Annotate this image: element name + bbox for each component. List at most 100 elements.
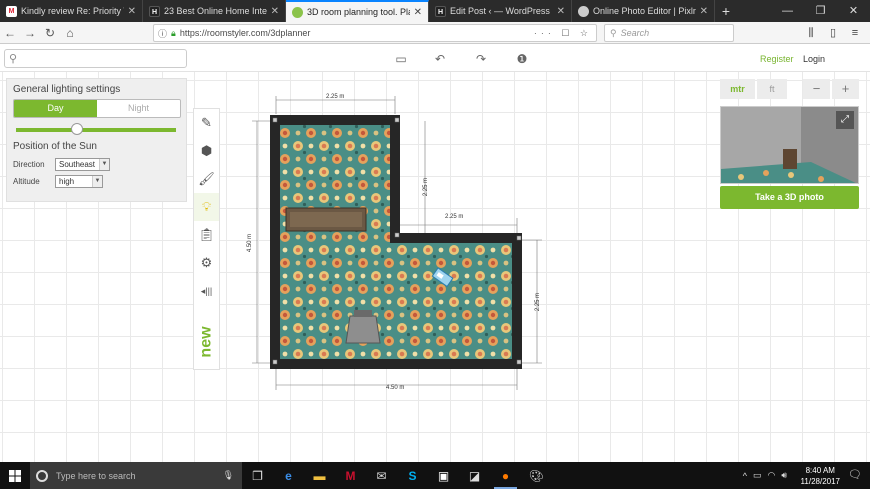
search-placeholder: Search xyxy=(620,28,650,38)
library-icon[interactable]: ⫼ xyxy=(800,24,822,42)
home-icon[interactable]: ⌂ xyxy=(60,23,80,43)
clipboard-icon[interactable]: 📋︎ xyxy=(194,221,219,249)
reload-icon[interactable]: ↻ xyxy=(40,23,60,43)
microphone-icon[interactable]: 🎙︎ xyxy=(223,470,234,481)
store-icon[interactable]: ▣ xyxy=(428,462,459,489)
dimension-label-inner-vertical: 2.25 m xyxy=(423,177,430,197)
browser-tab-2[interactable]: 3D room planning tool. Plan yo ✕ xyxy=(286,0,429,22)
menu-icon[interactable]: ≡ xyxy=(844,24,866,42)
tab-title: Online Photo Editor | Pixlr Edito xyxy=(593,6,696,16)
volume-icon[interactable]: 🔊︎ xyxy=(781,470,787,481)
clock-time: 8:40 AM xyxy=(805,466,835,475)
login-link[interactable]: Login xyxy=(803,54,825,64)
new-file-icon[interactable]: ▭ xyxy=(393,51,409,67)
browser-tab-4[interactable]: Online Photo Editor | Pixlr Edito ✕ xyxy=(572,0,715,22)
fullscreen-icon[interactable]: ⤢ xyxy=(836,111,854,129)
close-icon[interactable]: ✕ xyxy=(557,6,565,17)
page-actions[interactable]: ··· ☐ ☆ xyxy=(534,28,592,39)
close-window-icon[interactable]: ✕ xyxy=(837,0,870,22)
task-view-icon[interactable]: ❐ xyxy=(242,462,273,489)
browser-tab-1[interactable]: H 23 Best Online Home Interior D ✕ xyxy=(143,0,286,22)
zoom-out-button[interactable]: − xyxy=(803,79,830,99)
network-icon[interactable]: ▭ xyxy=(753,470,762,481)
hs-icon: H xyxy=(149,5,160,17)
collapse-icon[interactable]: ◂||| xyxy=(194,277,219,305)
unit-metric-button[interactable]: mtr xyxy=(720,79,755,99)
direction-select[interactable]: Southeast ▼ xyxy=(55,158,110,171)
bench-furniture[interactable] xyxy=(285,207,367,232)
system-clock[interactable]: 8:40 AM 11/28/2017 xyxy=(801,465,840,487)
paint-app-icon[interactable]: 🎨︎ xyxy=(521,462,552,489)
settings-icon[interactable]: ⚙ xyxy=(194,249,219,277)
app-toolbar: ⚲ ▭ ↶ ↷ ❶ Register Login xyxy=(0,45,870,72)
lighting-title: General lighting settings xyxy=(13,84,121,95)
help-icon[interactable]: ❶ xyxy=(514,51,530,67)
dimension-label-right: 2.25 m xyxy=(535,292,542,312)
skype-icon[interactable]: S xyxy=(397,462,428,489)
redo-icon[interactable]: ↷ xyxy=(473,51,489,67)
back-icon[interactable]: ← xyxy=(0,23,20,43)
browser-search-input[interactable]: ⚲ Search xyxy=(604,24,734,42)
windows-start-icon[interactable] xyxy=(0,462,30,489)
chevron-down-icon: ▼ xyxy=(99,159,109,170)
close-icon[interactable]: ✕ xyxy=(271,6,279,17)
paint-icon[interactable]: 🖌︎ xyxy=(194,165,219,193)
altitude-select[interactable]: high ▼ xyxy=(55,175,103,188)
sidebar-icon[interactable]: ▯ xyxy=(822,24,844,42)
browser-tab-0[interactable]: M Kindly review Re: Priority Task ✕ xyxy=(0,0,143,22)
slider-handle[interactable] xyxy=(71,123,83,135)
forward-icon[interactable]: → xyxy=(20,23,40,43)
sticky-notes-icon[interactable]: ◪ xyxy=(459,462,490,489)
close-icon[interactable]: ✕ xyxy=(128,6,136,17)
floor-plan[interactable]: 2.25 m 2.25 m 2.25 m 4.50 m 2.25 m 4.50 … xyxy=(240,88,550,401)
furniture-icon[interactable]: ⬢ xyxy=(194,137,219,165)
draw-walls-icon[interactable]: ✎ xyxy=(194,109,219,137)
firefox-icon[interactable]: ● xyxy=(490,462,521,489)
restore-icon[interactable]: ❐ xyxy=(804,0,837,22)
night-button[interactable]: Night xyxy=(97,100,180,117)
app-search-input[interactable]: ⚲ xyxy=(4,49,187,68)
window-controls: — ❐ ✕ xyxy=(771,0,870,22)
new-tab-label[interactable]: new xyxy=(194,314,219,370)
new-tab-button[interactable]: + xyxy=(715,0,737,22)
lighting-icon[interactable]: 💡︎ xyxy=(194,193,219,221)
browser-nav-bar: ← → ↻ ⌂ ⓘ 🔒︎ https://roomstyler.com/3dpl… xyxy=(0,22,870,44)
info-icon[interactable]: ⓘ xyxy=(158,27,167,40)
minimize-icon[interactable]: — xyxy=(771,0,804,22)
address-bar[interactable]: ⓘ 🔒︎ https://roomstyler.com/3dplanner ··… xyxy=(153,24,597,42)
take-3d-photo-button[interactable]: Take a 3D photo xyxy=(720,186,859,209)
tab-title: 23 Best Online Home Interior D xyxy=(164,6,267,16)
undo-icon[interactable]: ↶ xyxy=(432,51,448,67)
hs-icon: H xyxy=(435,5,446,17)
file-explorer-icon[interactable]: ▬ xyxy=(304,462,335,489)
vertical-toolbar: ✎ ⬢ 🖌︎ 💡︎ 📋︎ ⚙ ◂||| new xyxy=(193,108,220,370)
notification-icon[interactable]: 🗨︎ xyxy=(848,468,862,481)
slider-track xyxy=(16,128,176,132)
tab-title: Edit Post ‹ — WordPress xyxy=(450,6,550,16)
cortana-icon xyxy=(36,469,48,482)
mcafee-icon[interactable]: M xyxy=(335,462,366,489)
day-button[interactable]: Day xyxy=(14,100,97,117)
close-icon[interactable]: ✕ xyxy=(414,7,422,18)
mail-icon[interactable]: ✉ xyxy=(366,462,397,489)
unit-imperial-button[interactable]: ft xyxy=(757,79,787,99)
browser-tab-3[interactable]: H Edit Post ‹ — WordPress ✕ xyxy=(429,0,572,22)
altitude-row: Altitude high ▼ xyxy=(13,175,180,188)
pixlr-icon xyxy=(578,5,589,17)
wifi-icon[interactable]: ◠ xyxy=(767,470,775,481)
altitude-label: Altitude xyxy=(13,177,40,186)
zoom-in-button[interactable]: + xyxy=(832,79,859,99)
day-night-toggle: Day Night xyxy=(13,99,181,118)
edge-icon[interactable]: e xyxy=(273,462,304,489)
windows-taskbar: Type here to search 🎙︎ ❐ e ▬ M ✉ S ▣ ◪ ●… xyxy=(0,462,870,489)
chevron-up-icon[interactable]: ^ xyxy=(743,471,747,481)
dimension-label-inner-horizontal: 2.25 m xyxy=(445,214,464,220)
taskbar-search-input[interactable]: Type here to search 🎙︎ xyxy=(30,462,242,489)
3d-preview[interactable]: ⤢ xyxy=(720,106,859,184)
register-link[interactable]: Register xyxy=(760,54,794,64)
close-icon[interactable]: ✕ xyxy=(700,6,708,17)
sun-position-slider[interactable] xyxy=(16,123,176,137)
browser-menu-icons: ⫼ ▯ ≡ xyxy=(800,24,866,42)
sun-position-title: Position of the Sun xyxy=(13,141,97,152)
lighting-panel: General lighting settings Day Night Posi… xyxy=(6,78,187,202)
